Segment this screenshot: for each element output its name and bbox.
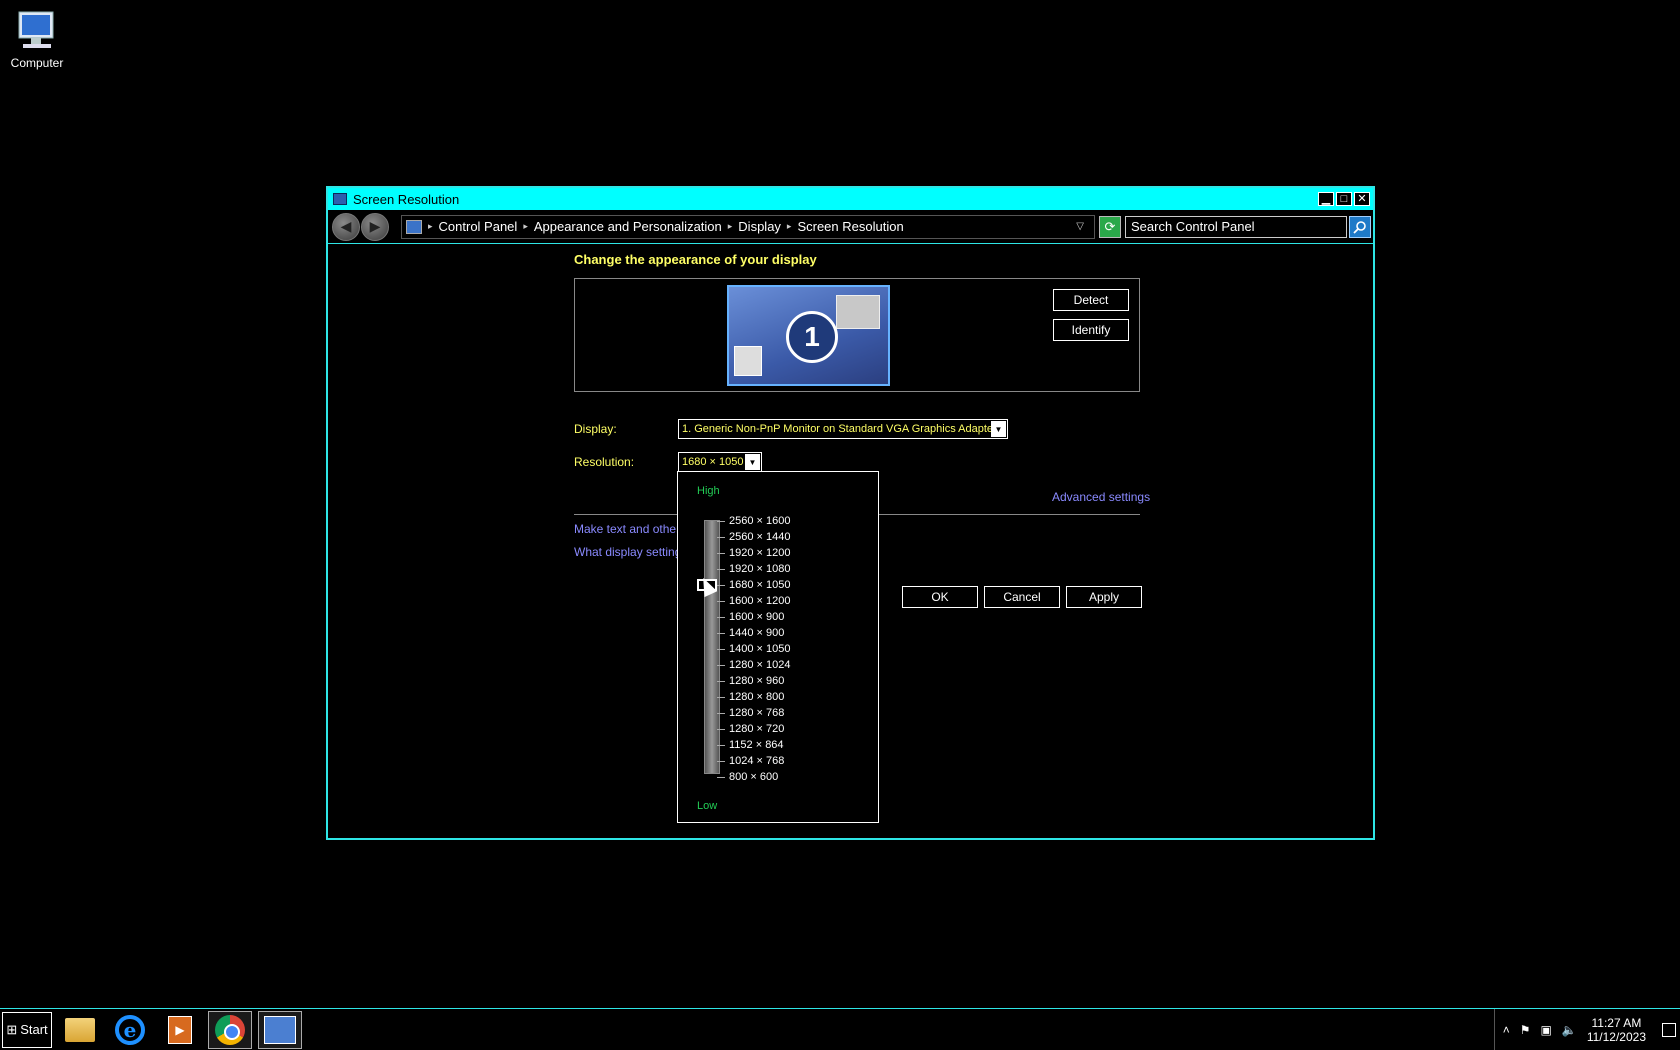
show-desktop-button[interactable]	[1662, 1022, 1676, 1037]
breadcrumb-display[interactable]: Display	[738, 219, 781, 234]
high-label: High	[697, 485, 720, 497]
chevron-right-icon[interactable]: ▸	[787, 221, 792, 232]
control-panel-icon	[406, 219, 422, 234]
apply-button[interactable]: Apply	[1066, 586, 1142, 608]
display-select-value: 1. Generic Non-PnP Monitor on Standard V…	[682, 423, 997, 435]
resolution-option[interactable]: 1680 × 1050	[716, 577, 790, 593]
start-button[interactable]: ⊞ Start	[2, 1011, 52, 1048]
cancel-button[interactable]: Cancel	[984, 586, 1060, 608]
taskbar-explorer[interactable]	[58, 1011, 102, 1049]
network-icon[interactable]: ▣	[1541, 1023, 1552, 1037]
resolution-option[interactable]: 1600 × 900	[716, 609, 790, 625]
clock-time: 11:27 AM	[1591, 1015, 1642, 1030]
system-tray: ˄ ⚑ ▣ 🔈 11:27 AM 11/12/2023	[1493, 1008, 1680, 1050]
maximize-button[interactable]: □	[1336, 192, 1352, 206]
internet-explorer-icon: e	[115, 1014, 145, 1045]
close-button[interactable]: ✕	[1354, 192, 1370, 206]
resolution-option[interactable]: 1280 × 1024	[716, 657, 790, 673]
breadcrumb-control-panel[interactable]: Control Panel	[439, 219, 518, 234]
taskbar-chrome[interactable]	[208, 1010, 252, 1049]
text-size-link[interactable]: Make text and other it	[574, 522, 689, 536]
computer-icon	[13, 8, 61, 54]
resolution-option[interactable]: 1920 × 1200	[716, 545, 790, 561]
action-center-flag-icon[interactable]: ⚑	[1520, 1023, 1531, 1037]
chevron-down-icon[interactable]: ▼	[991, 421, 1006, 437]
resolution-option[interactable]: 1152 × 864	[716, 737, 790, 753]
clock[interactable]: 11:27 AM 11/12/2023	[1587, 1016, 1646, 1044]
resolution-option[interactable]: 1400 × 1050	[716, 641, 790, 657]
low-label: Low	[697, 800, 718, 812]
resolution-option[interactable]: 1024 × 768	[716, 753, 790, 769]
taskbar-control-panel[interactable]	[258, 1010, 302, 1049]
refresh-button[interactable]: ⟳	[1099, 215, 1121, 238]
breadcrumb-screen-resolution[interactable]: Screen Resolution	[797, 219, 903, 234]
resolution-option[interactable]: 800 × 600	[716, 769, 790, 785]
display-select[interactable]: 1. Generic Non-PnP Monitor on Standard V…	[678, 419, 1008, 439]
windows-logo-icon: ⊞	[6, 1021, 18, 1037]
computer-desktop-icon[interactable]: Computer	[8, 8, 66, 70]
detect-button[interactable]: Detect	[1053, 289, 1129, 311]
resolution-option[interactable]: 1280 × 960	[716, 673, 790, 689]
navigation-bar: ◀ ▶ ▸ Control Panel ▸ Appearance and Per…	[328, 210, 1373, 244]
back-button[interactable]: ◀	[332, 212, 360, 241]
resolution-dropdown: High 2560 × 1600 2560 × 1440 1920 × 1200 19…	[677, 471, 879, 823]
display-app-icon	[333, 193, 347, 205]
title-bar[interactable]: Screen Resolution ▁ □ ✕	[328, 188, 1373, 210]
breadcrumb-appearance[interactable]: Appearance and Personalization	[534, 219, 722, 234]
search-input[interactable]: Search Control Panel	[1125, 215, 1347, 238]
resolution-select[interactable]: 1680 × 1050 ▼	[678, 452, 762, 472]
resolution-option[interactable]: 1280 × 720	[716, 721, 790, 737]
computer-icon-label: Computer	[10, 56, 64, 70]
start-label: Start	[20, 1022, 48, 1037]
media-player-icon: ▶	[168, 1015, 192, 1044]
chevron-right-icon[interactable]: ▸	[523, 221, 528, 232]
monitor-preview-area: 1 Detect Identify	[574, 278, 1140, 392]
resolution-option[interactable]: 2560 × 1600	[716, 513, 790, 529]
chevron-right-icon[interactable]: ▸	[428, 221, 433, 232]
search-button[interactable]	[1349, 215, 1371, 238]
folder-icon	[65, 1017, 95, 1042]
display-label: Display:	[574, 422, 617, 436]
ok-button[interactable]: OK	[902, 586, 978, 608]
chevron-right-icon[interactable]: ▸	[728, 221, 733, 232]
show-hidden-icons-icon[interactable]: ˄	[1503, 1023, 1510, 1037]
chrome-icon	[215, 1014, 245, 1045]
taskbar: ⊞ Start e ▶ ˄ ⚑ ▣ 🔈 11:27 AM 11/12/2023	[0, 1008, 1680, 1050]
resolution-option[interactable]: 1280 × 768	[716, 705, 790, 721]
resolution-option[interactable]: 1600 × 1200	[716, 593, 790, 609]
volume-muted-icon[interactable]: 🔈	[1562, 1023, 1577, 1037]
resolution-options: 2560 × 1600 2560 × 1440 1920 × 1200 1920 × …	[716, 513, 790, 785]
control-panel-icon	[264, 1015, 296, 1044]
resolution-option[interactable]: 1440 × 900	[716, 625, 790, 641]
forward-button[interactable]: ▶	[361, 212, 389, 241]
window-thumbnail	[836, 295, 880, 329]
window-title: Screen Resolution	[353, 191, 460, 207]
resolution-option[interactable]: 1920 × 1080	[716, 561, 790, 577]
advanced-settings-link[interactable]: Advanced settings	[1052, 490, 1150, 504]
monitor-number: 1	[786, 311, 838, 363]
breadcrumb[interactable]: ▸ Control Panel ▸ Appearance and Persona…	[401, 214, 1095, 239]
identify-button[interactable]: Identify	[1053, 319, 1129, 341]
taskbar-internet-explorer[interactable]: e	[108, 1011, 152, 1049]
minimize-button[interactable]: ▁	[1318, 192, 1334, 206]
resolution-slider-track[interactable]	[704, 520, 720, 774]
clock-date: 11/12/2023	[1586, 1029, 1646, 1044]
search-icon	[1353, 220, 1366, 234]
resolution-option[interactable]: 2560 × 1440	[716, 529, 790, 545]
window-thumbnail	[734, 346, 762, 376]
resolution-select-value: 1680 × 1050	[682, 456, 744, 468]
chevron-down-icon[interactable]: ▼	[745, 454, 760, 470]
resolution-label: Resolution:	[574, 455, 635, 469]
taskbar-media-player[interactable]: ▶	[158, 1011, 202, 1049]
display-settings-help-link[interactable]: What display settings	[574, 545, 687, 559]
resolution-option[interactable]: 1280 × 800	[716, 689, 790, 705]
page-title: Change the appearance of your display	[574, 252, 817, 267]
chevron-down-icon[interactable]: ▽	[1076, 221, 1084, 232]
monitor-1-preview[interactable]: 1	[727, 285, 890, 386]
